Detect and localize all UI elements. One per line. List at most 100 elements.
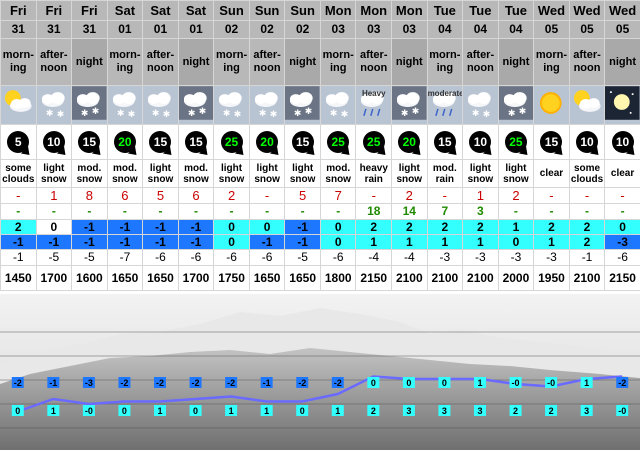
summary-text: some bbox=[5, 162, 32, 174]
min-temp-cell: 1 bbox=[391, 234, 428, 250]
period-cell: morn-ing bbox=[106, 38, 144, 86]
period-label: after- bbox=[146, 49, 175, 61]
max-temp: 0 bbox=[263, 219, 271, 234]
period-cell: morn-ing bbox=[319, 38, 357, 86]
period-label: noon bbox=[40, 62, 68, 74]
rain-cell: - bbox=[497, 203, 535, 220]
cloud-snow-icon: ✱ ✱ bbox=[144, 87, 178, 124]
min-temp: 0 bbox=[334, 234, 342, 249]
min-temp: -1 bbox=[297, 234, 308, 249]
sun-cloud-icon bbox=[570, 87, 604, 124]
wind-arrow-icon: 10 bbox=[611, 131, 634, 153]
freezing-level-cell: 1650 bbox=[106, 265, 144, 291]
chill-temp: -5 bbox=[84, 250, 95, 264]
snow-amount: - bbox=[371, 188, 376, 203]
day-label: Fri bbox=[9, 3, 27, 18]
day-cell: Sun bbox=[248, 0, 286, 21]
summary-text: mod. bbox=[77, 162, 102, 174]
summary-cell: light snow bbox=[142, 159, 179, 188]
freezing-level: 2100 bbox=[573, 270, 601, 285]
date-label: 05 bbox=[580, 22, 594, 36]
date-label: 03 bbox=[331, 22, 345, 36]
date-cell: 03 bbox=[355, 20, 393, 39]
svg-text:✱: ✱ bbox=[234, 109, 241, 119]
rain-cell: - bbox=[0, 203, 37, 220]
wind-cell: 15 bbox=[426, 124, 464, 160]
date-label: 01 bbox=[189, 22, 203, 36]
period-label: morn- bbox=[215, 49, 248, 61]
rain-amount: - bbox=[194, 204, 198, 218]
max-temp: 2 bbox=[370, 219, 378, 234]
summary-cell: light snow bbox=[462, 159, 499, 188]
lower-temp-label: 3 bbox=[477, 406, 482, 416]
snow-amount: - bbox=[584, 188, 590, 203]
snow-row: - 1 8 6 5 6 2 - 5 7 - 2 - 1 2 - - - bbox=[0, 187, 640, 204]
max-temp: 0 bbox=[619, 219, 626, 234]
date-label: 01 bbox=[118, 22, 132, 36]
lower-temp-label: 3 bbox=[406, 406, 411, 416]
summary-cell: mod. snow bbox=[71, 159, 108, 188]
max-temp-cell: 0 bbox=[319, 219, 357, 235]
max-temp-cell: 0 bbox=[35, 219, 73, 235]
freezing-level-cell: 1600 bbox=[71, 265, 108, 291]
summary-text: snow bbox=[112, 173, 138, 185]
max-temp-cell: -1 bbox=[142, 219, 179, 235]
svg-text:✱: ✱ bbox=[163, 109, 170, 119]
snow-cell: - bbox=[248, 187, 286, 204]
rain-amount: 14 bbox=[402, 204, 416, 218]
period-label: ing bbox=[10, 62, 27, 74]
summary-text: snow bbox=[503, 173, 529, 185]
upper-temp-label: -2 bbox=[298, 378, 306, 388]
min-temp-cell: -1 bbox=[142, 234, 179, 250]
summary-text: clear bbox=[539, 168, 564, 179]
period-cell: night bbox=[391, 38, 428, 86]
freezing-level-cell: 1700 bbox=[177, 265, 215, 291]
day-label: Wed bbox=[537, 3, 566, 18]
period-cell: night bbox=[604, 38, 640, 86]
upper-temp-label: 1 bbox=[584, 378, 589, 388]
svg-text:✱: ✱ bbox=[401, 108, 408, 118]
weather-cell: ✱ ✱ bbox=[106, 85, 144, 125]
day-cell: Sun bbox=[284, 0, 321, 21]
period-label: ing bbox=[543, 62, 560, 74]
upper-temp-label: 0 bbox=[442, 378, 447, 388]
summary-cell: mod. snow bbox=[106, 159, 144, 188]
wind-cell: 25 bbox=[319, 124, 357, 160]
chill-cell: -6 bbox=[142, 249, 179, 266]
period-cell: night bbox=[284, 38, 321, 86]
rain-row: - - - - - - - - - - 18 14 7 3 - - - - bbox=[0, 203, 640, 220]
chill-cell: -5 bbox=[71, 249, 108, 266]
period-label: ing bbox=[436, 62, 454, 74]
rain-cell: - bbox=[35, 203, 73, 220]
day-cell: Sat bbox=[142, 0, 179, 21]
snow-amount: 1 bbox=[50, 188, 58, 203]
max-temp: -1 bbox=[155, 219, 166, 234]
weather-cell: ✱ ✱ bbox=[71, 85, 108, 125]
max-temp: -1 bbox=[84, 219, 95, 234]
max-temp: 2 bbox=[583, 219, 591, 234]
day-label: Wed bbox=[573, 3, 601, 18]
max-temp-cell: -1 bbox=[284, 219, 321, 235]
min-temp-cell: -1 bbox=[248, 234, 286, 250]
lower-temp-label: 1 bbox=[264, 406, 269, 416]
max-temp-cell: 2 bbox=[355, 219, 393, 235]
lower-temp-label: -0 bbox=[618, 406, 626, 416]
period-cell: after-noon bbox=[568, 38, 606, 86]
chill-cell: -7 bbox=[106, 249, 144, 266]
max-temp-cell: 0 bbox=[213, 219, 250, 235]
weather-cell: moderate bbox=[426, 85, 464, 125]
snow-amount: 7 bbox=[334, 188, 342, 203]
wind-cell: 10 bbox=[35, 124, 73, 160]
day-label: Mon bbox=[395, 3, 423, 18]
max-temp: 0 bbox=[334, 219, 342, 234]
period-cell: morn-ing bbox=[533, 38, 570, 86]
summary-text: snow bbox=[254, 173, 280, 185]
rain-cell: - bbox=[284, 203, 321, 220]
summary-cell: heavy rain bbox=[355, 159, 393, 188]
freezing-level: 1650 bbox=[253, 270, 281, 285]
min-temp: -1 bbox=[261, 234, 273, 249]
min-temp-cell: 1 bbox=[355, 234, 393, 250]
upper-temp-label: -2 bbox=[618, 378, 626, 388]
wind-arrow-icon: 20 bbox=[256, 131, 279, 153]
summary-text: light bbox=[221, 162, 243, 174]
